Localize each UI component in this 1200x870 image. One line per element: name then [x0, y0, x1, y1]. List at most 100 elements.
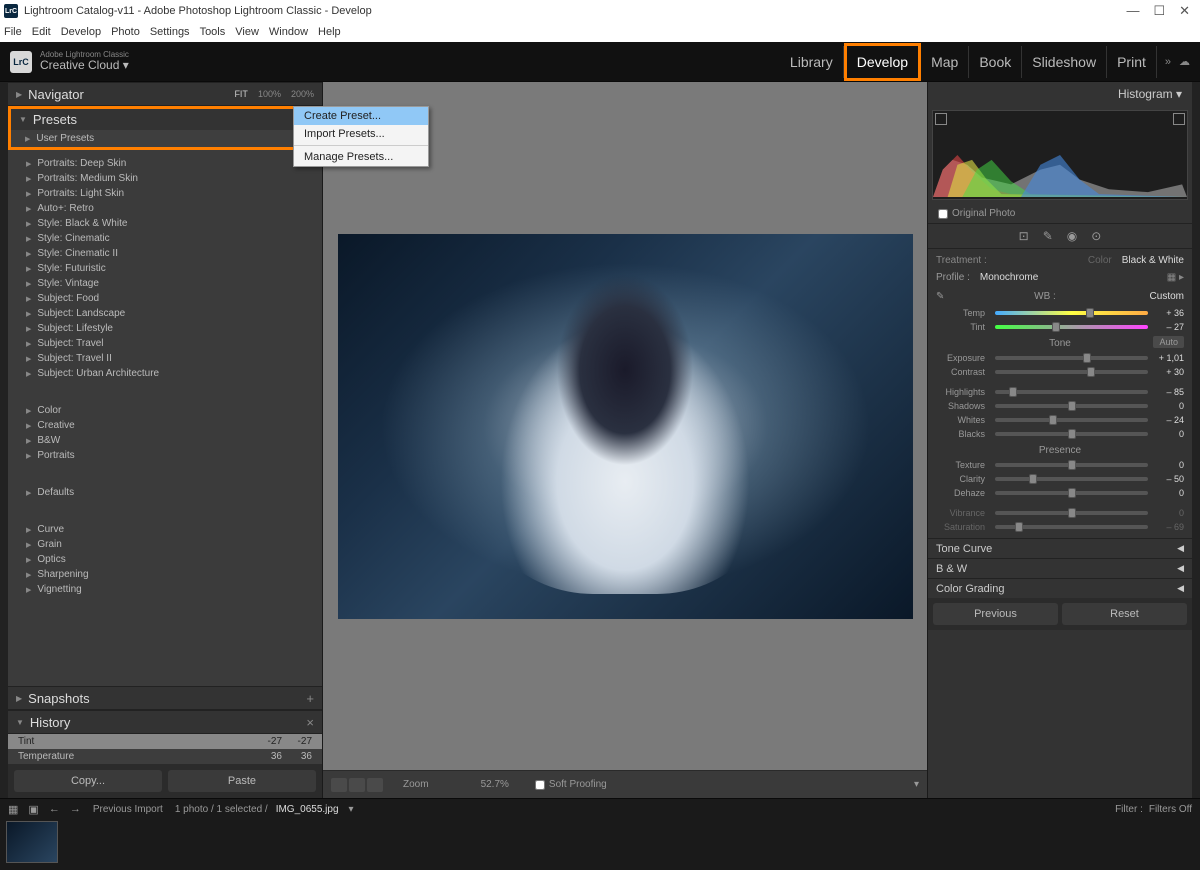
photo-preview[interactable]	[338, 234, 913, 619]
module-book[interactable]: Book	[969, 46, 1022, 78]
presets-list[interactable]: ▶Portraits: Deep Skin▶Portraits: Medium …	[8, 150, 322, 686]
module-library[interactable]: Library	[780, 46, 844, 78]
history-header[interactable]: ▼ History ×	[8, 710, 322, 734]
eyedropper-icon[interactable]: ✎	[936, 291, 944, 302]
preset-folder[interactable]: ▶Defaults	[8, 485, 322, 500]
slider-contrast[interactable]: Contrast+ 30	[936, 365, 1184, 379]
menu-edit[interactable]: Edit	[32, 26, 51, 38]
loupe-view-icon[interactable]	[331, 778, 347, 792]
soft-proofing-toggle[interactable]: Soft Proofing	[535, 779, 607, 790]
paste-button[interactable]: Paste	[168, 770, 316, 792]
history-row[interactable]: Temperature3636	[8, 749, 322, 764]
preset-folder[interactable]: ▶Vignetting	[8, 582, 322, 597]
slider-temp[interactable]: Temp+ 36	[936, 306, 1184, 320]
crop-tool-icon[interactable]: ⊡	[1019, 229, 1029, 243]
slider-vibrance[interactable]: Vibrance0	[936, 506, 1184, 520]
profile-browser-icon[interactable]: ▦ ▸	[1167, 272, 1184, 283]
menu-create-preset[interactable]: Create Preset...	[294, 107, 428, 125]
auto-button[interactable]: Auto	[1153, 336, 1184, 348]
nav-forward-icon[interactable]: →	[70, 803, 81, 816]
grid-view-icon[interactable]: ▦	[8, 803, 18, 816]
preset-folder[interactable]: ▶Creative	[8, 418, 322, 433]
preset-folder[interactable]: ▶Portraits	[8, 448, 322, 463]
treatment-bw[interactable]: Black & White	[1122, 255, 1184, 266]
copy-button[interactable]: Copy...	[14, 770, 162, 792]
preset-folder[interactable]: ▶Portraits: Deep Skin	[8, 156, 322, 171]
slider-shadows[interactable]: Shadows0	[936, 399, 1184, 413]
highlight-clip-icon[interactable]	[1173, 113, 1185, 125]
slider-highlights[interactable]: Highlights– 85	[936, 385, 1184, 399]
preset-folder[interactable]: ▶Subject: Landscape	[8, 306, 322, 321]
close-button[interactable]: ✕	[1179, 3, 1190, 19]
slider-saturation[interactable]: Saturation– 69	[936, 520, 1184, 534]
profile-value[interactable]: Monochrome	[980, 272, 1038, 283]
more-modules-icon[interactable]: »	[1165, 56, 1171, 68]
preset-folder[interactable]: ▶Subject: Travel II	[8, 351, 322, 366]
before-after-icon[interactable]	[349, 778, 365, 792]
preset-folder[interactable]: ▶Portraits: Light Skin	[8, 186, 322, 201]
original-photo-row[interactable]: Original Photo	[928, 204, 1192, 224]
breadcrumb-chevron-icon[interactable]: ▾	[349, 804, 354, 815]
module-slideshow[interactable]: Slideshow	[1022, 46, 1107, 78]
reset-button[interactable]: Reset	[1062, 603, 1187, 625]
slider-whites[interactable]: Whites– 24	[936, 413, 1184, 427]
user-presets-header[interactable]: ▶ User Presets	[8, 130, 322, 150]
add-snapshot-icon[interactable]: +	[306, 691, 314, 706]
preset-folder[interactable]: ▶Subject: Food	[8, 291, 322, 306]
treatment-color[interactable]: Color	[1088, 255, 1112, 266]
tone-curve-header[interactable]: Tone Curve◀	[928, 538, 1192, 558]
wb-value[interactable]: Custom	[1150, 291, 1184, 302]
second-window-icon[interactable]: ▣	[28, 803, 38, 816]
module-print[interactable]: Print	[1107, 46, 1157, 78]
toolbar-chevron-icon[interactable]: ▾	[914, 779, 919, 790]
presets-header[interactable]: ▼ Presets +	[8, 106, 322, 130]
preset-folder[interactable]: ▶Grain	[8, 537, 322, 552]
preset-folder[interactable]: ▶Portraits: Medium Skin	[8, 171, 322, 186]
preset-folder[interactable]: ▶Auto+: Retro	[8, 201, 322, 216]
slider-dehaze[interactable]: Dehaze0	[936, 486, 1184, 500]
filmstrip-thumbnail[interactable]	[6, 821, 58, 863]
slider-tint[interactable]: Tint– 27	[936, 320, 1184, 334]
module-develop[interactable]: Develop	[844, 43, 921, 81]
right-grip[interactable]	[1192, 82, 1200, 798]
color-grading-header[interactable]: Color Grading◀	[928, 578, 1192, 598]
preset-folder[interactable]: ▶Subject: Urban Architecture	[8, 366, 322, 381]
preset-folder[interactable]: ▶Style: Cinematic II	[8, 246, 322, 261]
left-grip[interactable]	[0, 82, 8, 798]
preset-folder[interactable]: ▶Color	[8, 403, 322, 418]
mask-tool-icon[interactable]: ◉	[1067, 229, 1077, 243]
preset-folder[interactable]: ▶B&W	[8, 433, 322, 448]
nav-back-icon[interactable]: ←	[49, 803, 60, 816]
maximize-button[interactable]: ☐	[1153, 3, 1165, 19]
preset-folder[interactable]: ▶Style: Vintage	[8, 276, 322, 291]
preset-folder[interactable]: ▶Curve	[8, 522, 322, 537]
preset-folder[interactable]: ▶Optics	[8, 552, 322, 567]
menu-settings[interactable]: Settings	[150, 26, 190, 38]
preset-folder[interactable]: ▶Style: Black & White	[8, 216, 322, 231]
slider-texture[interactable]: Texture0	[936, 458, 1184, 472]
original-photo-checkbox[interactable]	[938, 209, 948, 219]
clear-history-icon[interactable]: ×	[306, 715, 314, 730]
preset-folder[interactable]: ▶Sharpening	[8, 567, 322, 582]
history-row[interactable]: Tint-27-27	[8, 734, 322, 749]
nav-100[interactable]: 100%	[258, 89, 281, 99]
menu-window[interactable]: Window	[269, 26, 308, 38]
cloud-sync-icon[interactable]: ☁	[1179, 55, 1190, 68]
heal-tool-icon[interactable]: ✎	[1043, 229, 1053, 243]
histogram-chart[interactable]	[932, 110, 1188, 200]
nav-fit[interactable]: FIT	[234, 89, 248, 99]
snapshots-header[interactable]: ▶ Snapshots +	[8, 686, 322, 710]
slider-clarity[interactable]: Clarity– 50	[936, 472, 1184, 486]
preset-folder[interactable]: ▶Style: Futuristic	[8, 261, 322, 276]
shadow-clip-icon[interactable]	[935, 113, 947, 125]
menu-tools[interactable]: Tools	[200, 26, 226, 38]
preset-folder[interactable]: ▶Subject: Lifestyle	[8, 321, 322, 336]
filter-value[interactable]: Filters Off	[1149, 804, 1192, 815]
reference-view-icon[interactable]	[367, 778, 383, 792]
slider-blacks[interactable]: Blacks0	[936, 427, 1184, 441]
soft-proofing-checkbox[interactable]	[535, 780, 545, 790]
preset-folder[interactable]: ▶Style: Cinematic	[8, 231, 322, 246]
product-title[interactable]: Creative Cloud ▾	[40, 59, 129, 72]
navigator-header[interactable]: ▶ Navigator FIT 100% 200%	[8, 82, 322, 106]
minimize-button[interactable]: —	[1126, 3, 1139, 19]
